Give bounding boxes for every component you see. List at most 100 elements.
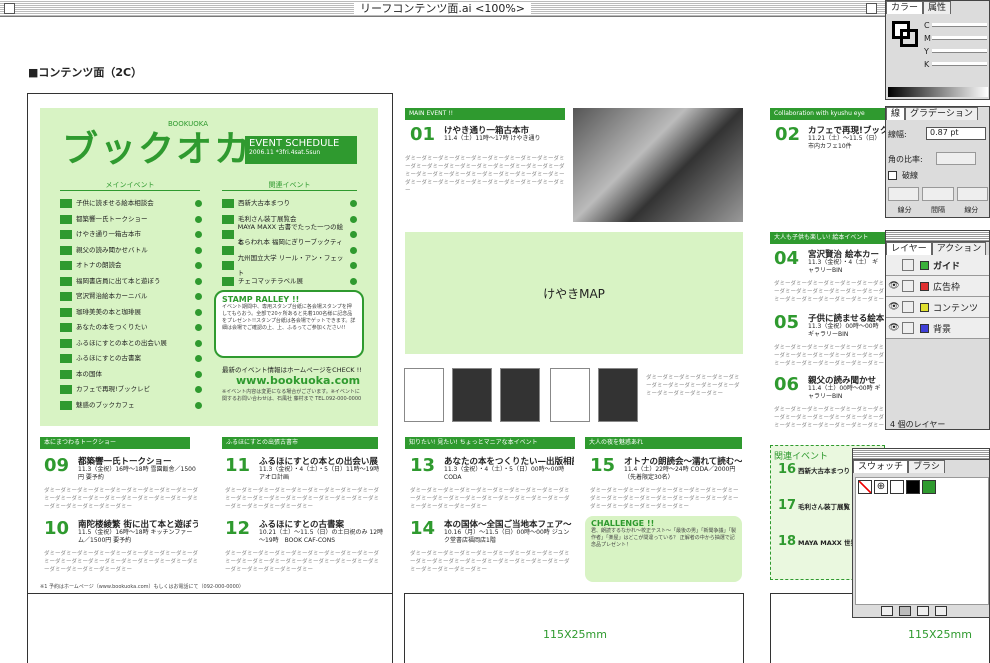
book-cover-1 [404,368,444,422]
event-number-dot-icon [195,370,202,378]
layers-titlebar[interactable] [886,231,989,242]
event-pill-icon [60,354,72,364]
dash-fields [888,187,988,201]
swatch-buttons [881,606,981,617]
event-sub: 11.4（土）22時～24時 CODA／2000円（先着限定30名） [624,466,736,481]
layer-row[interactable]: 👁 背景 [886,318,989,339]
dash-field-1[interactable] [888,187,920,201]
dash-label: 破線 [902,171,918,180]
layer-color-swatch [920,323,929,333]
tab-layers[interactable]: レイヤー [886,242,932,255]
channel-labels: C M Y K [924,19,931,71]
registration-swatch-icon[interactable]: ⊕ [874,480,888,494]
stroke-palette[interactable]: 線グラデーション 線幅: 0.87 pt 角の比率: 破線 線分 間隔 線分 [885,106,990,218]
event-number: 12 [225,518,251,539]
layer-name: 広告枠 [933,282,961,293]
main-event-label: 本の国体 [76,369,102,378]
main-event-label: 珈琲美美の本と珈琲展 [76,307,141,316]
tab-gradient[interactable]: グラデーション [905,107,978,120]
lock-icon[interactable] [902,280,914,292]
event-pill-icon [60,261,72,271]
window-titlebar[interactable]: リーフコンテンツ面.ai <100%> [0,0,885,17]
stroke-swatch-icon[interactable] [900,29,918,47]
layers-palette[interactable]: レイヤー アクション ガイド 👁 広告枠 👁 コンテンツ 👁 背景 4 個のレイヤー [885,230,990,430]
close-box-icon[interactable] [4,3,15,14]
new-swatch-button[interactable] [917,606,929,616]
main-event-row: 珈琲美美の本と珈琲展 [60,305,202,321]
placeholder-text: ダミーダミーダミーダミーダミーダミーダミーダミーダミーダミーダミーダミーダミーダ… [405,156,565,194]
event-sub: 11.3（金祝）・4（土）・5（日）11時～19時 アオロ計画 [259,466,380,481]
tab-brushes[interactable]: ブラシ [908,460,945,473]
zoom-box-icon[interactable] [866,3,877,14]
event-body: ダミーダミーダミーダミーダミーダミーダミーダミーダミーダミーダミーダミーダミーダ… [774,407,884,428]
lock-icon[interactable] [902,259,914,271]
related-title: 西新大古本まつり [798,467,850,475]
event-photo [573,108,743,222]
eye-icon[interactable]: 👁 [886,281,902,291]
swatch-color-button[interactable] [899,606,911,616]
color-palette[interactable]: カラー 属性 C M Y K [885,0,990,100]
main-event-label: オトナの朗読会 [76,261,122,270]
layer-row[interactable]: 👁 広告枠 [886,276,989,297]
miter-input[interactable] [936,152,976,165]
tab-color[interactable]: カラー [886,1,924,14]
related-event-label: 西新大古本まつり [238,199,290,208]
event-number-dot-icon [350,277,357,285]
event-02-number: 02 [775,124,801,145]
event-sub: 11.4（土）00時～00時 ギャラリーBIN [808,385,881,400]
swatches-titlebar[interactable] [853,449,989,460]
miter-label: 角の比率: [888,155,923,164]
lock-icon[interactable] [902,301,914,313]
dash-field-2[interactable] [922,187,954,201]
main-event-label: けやき通り一箱古本市 [76,230,141,239]
event-pill-icon [60,385,72,395]
stamp-title: STAMP RALLEY !! [222,295,300,304]
related-title: MAYA MAXX 世界 [798,539,853,547]
logo: ブックオカ [62,129,253,170]
tab-actions[interactable]: アクション [931,242,987,255]
swatch-grid[interactable]: ⊕ [855,477,989,605]
book-cover-4 [550,368,590,422]
eye-icon[interactable]: 👁 [886,323,902,333]
green-swatch[interactable] [922,480,936,494]
event-sub: 11.3（金祝）16時～18時 雪園飯舎／1500円 要予約 [78,466,196,481]
tab-swatches[interactable]: スウォッチ [853,460,909,473]
main-event-row: カフェで再現!ブックレビ [60,382,202,398]
dash-checkbox[interactable] [888,171,897,180]
eye-icon[interactable]: 👁 [886,302,902,312]
main-event-row: ふるほにすとの本との出会い展 [60,336,202,352]
show-kind-button[interactable] [881,606,893,616]
related-events-list: 西新大古本まつり 毛利さん装丁展覧会 MAYA MAXX 古書でたった一つの絵本 とら… [222,196,357,289]
related-title: 毛利さん装丁展覧 [798,503,850,511]
swatches-palette[interactable]: スウォッチ ブラシ ⊕ [852,448,990,618]
layer-name: 背景 [933,324,952,335]
dash-field-3[interactable] [956,187,988,201]
main-event-row: オトナの朗読会 [60,258,202,274]
layer-row[interactable]: ガイド [886,255,989,276]
related-number: 16 [778,462,797,477]
event-pill-icon [60,338,72,348]
none-swatch-icon[interactable] [858,480,872,494]
main-event-label: カフェで再現!ブックレビ [76,385,151,394]
stroke-width-input[interactable]: 0.87 pt [926,127,986,140]
lock-icon[interactable] [902,322,914,334]
logo-small: BOOKUOKA [168,120,208,128]
color-ramp[interactable] [888,87,988,97]
main-event-label: 子供に読ませる絵本相談会 [76,199,154,208]
white-swatch[interactable] [890,480,904,494]
challenge-box: CHALLENGE !! 君、朗読するなかれ～校正テスト～「最後の男」「新聞争議… [585,516,742,582]
event-number: 14 [410,518,436,539]
tab-attributes[interactable]: 属性 [923,1,952,14]
main-event-label: 宮沢賢治絵本カーニバル [76,292,148,301]
event-pill-icon [60,214,72,224]
notes: ※イベント内容は変更になる場合がございます。※イベントに関するお問い合わせは、石… [222,389,362,402]
tab-stroke[interactable]: 線 [886,107,906,120]
delete-swatch-button[interactable] [935,606,947,616]
event-number-dot-icon [350,262,357,270]
channel-sliders[interactable] [932,23,987,73]
layer-name: コンテンツ [933,303,979,314]
schedule-box: EVENT SCHEDULE 2006.11 *3fri.4sat.5sun [245,136,357,164]
layer-row[interactable]: 👁 コンテンツ [886,297,989,318]
black-swatch[interactable] [906,480,920,494]
section-head-talk: 本にまつわるトークショー [40,437,190,449]
